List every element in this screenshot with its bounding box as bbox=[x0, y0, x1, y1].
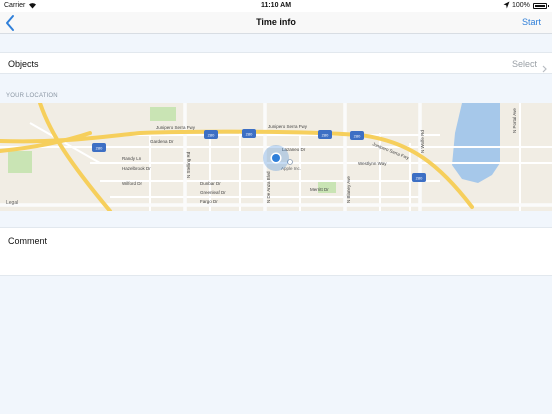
map-legal-link[interactable]: Legal bbox=[6, 200, 18, 206]
street-label: Merritt Dr bbox=[310, 187, 329, 192]
street-label: Wilford Dr bbox=[122, 181, 143, 186]
user-location-dot bbox=[272, 154, 280, 162]
road-label: N De Anza Blvd bbox=[266, 171, 271, 203]
park-area bbox=[150, 107, 176, 121]
shield-label: 280 bbox=[246, 132, 253, 137]
battery-percent: 100% bbox=[512, 2, 530, 9]
road-label: N Stelling Rd bbox=[186, 151, 191, 178]
page-title: Time info bbox=[256, 17, 296, 27]
shield-label: 280 bbox=[322, 133, 329, 138]
start-button[interactable]: Start bbox=[522, 17, 541, 27]
street-label: Westlynn Way bbox=[358, 161, 387, 166]
road-label: Junipero Serra Fwy bbox=[268, 124, 308, 129]
objects-select-value: Select bbox=[511, 59, 537, 69]
street-label: Randy Ln bbox=[122, 156, 142, 161]
location-arrow-icon bbox=[503, 1, 510, 11]
water-area bbox=[452, 103, 500, 183]
park-area bbox=[8, 151, 32, 173]
shield-label: 280 bbox=[96, 146, 103, 151]
road-label: Junipero Serra Fwy bbox=[372, 141, 411, 161]
your-location-header: YOUR LOCATION bbox=[6, 93, 58, 99]
navigation-bar: Time info Start bbox=[0, 12, 552, 34]
comment-field[interactable]: Comment bbox=[0, 227, 552, 276]
battery-icon bbox=[533, 3, 549, 9]
street-label: Hazelbrook Dr bbox=[122, 166, 151, 171]
road-label: N Blaney Ave bbox=[346, 176, 351, 203]
street-label: Greenleaf Dr bbox=[200, 190, 226, 195]
road-label: Junipero Serra Fwy bbox=[156, 125, 196, 130]
objects-label: Objects bbox=[8, 59, 39, 69]
shield-label: 280 bbox=[416, 176, 423, 181]
shield-label: 280 bbox=[354, 134, 361, 139]
map-canvas: 280 280 280 280 280 280 Junipero Serra F… bbox=[0, 103, 552, 211]
street-label: Dunbar Dr bbox=[200, 181, 221, 186]
comment-label: Comment bbox=[8, 236, 48, 246]
objects-row[interactable]: Objects Select bbox=[0, 52, 552, 74]
street-label: Gardena Dr bbox=[150, 139, 174, 144]
status-bar: Carrier 11:10 AM 100% bbox=[0, 0, 552, 12]
chevron-right-icon bbox=[542, 60, 547, 78]
road-label: N Portal Ave bbox=[512, 108, 517, 133]
status-time: 11:10 AM bbox=[260, 2, 292, 9]
road-label: N Wolfe Rd bbox=[420, 130, 425, 153]
shield-label: 280 bbox=[208, 133, 215, 138]
location-map[interactable]: 280 280 280 280 280 280 Junipero Serra F… bbox=[0, 103, 552, 211]
street-label: Fargo Dr bbox=[200, 199, 218, 204]
